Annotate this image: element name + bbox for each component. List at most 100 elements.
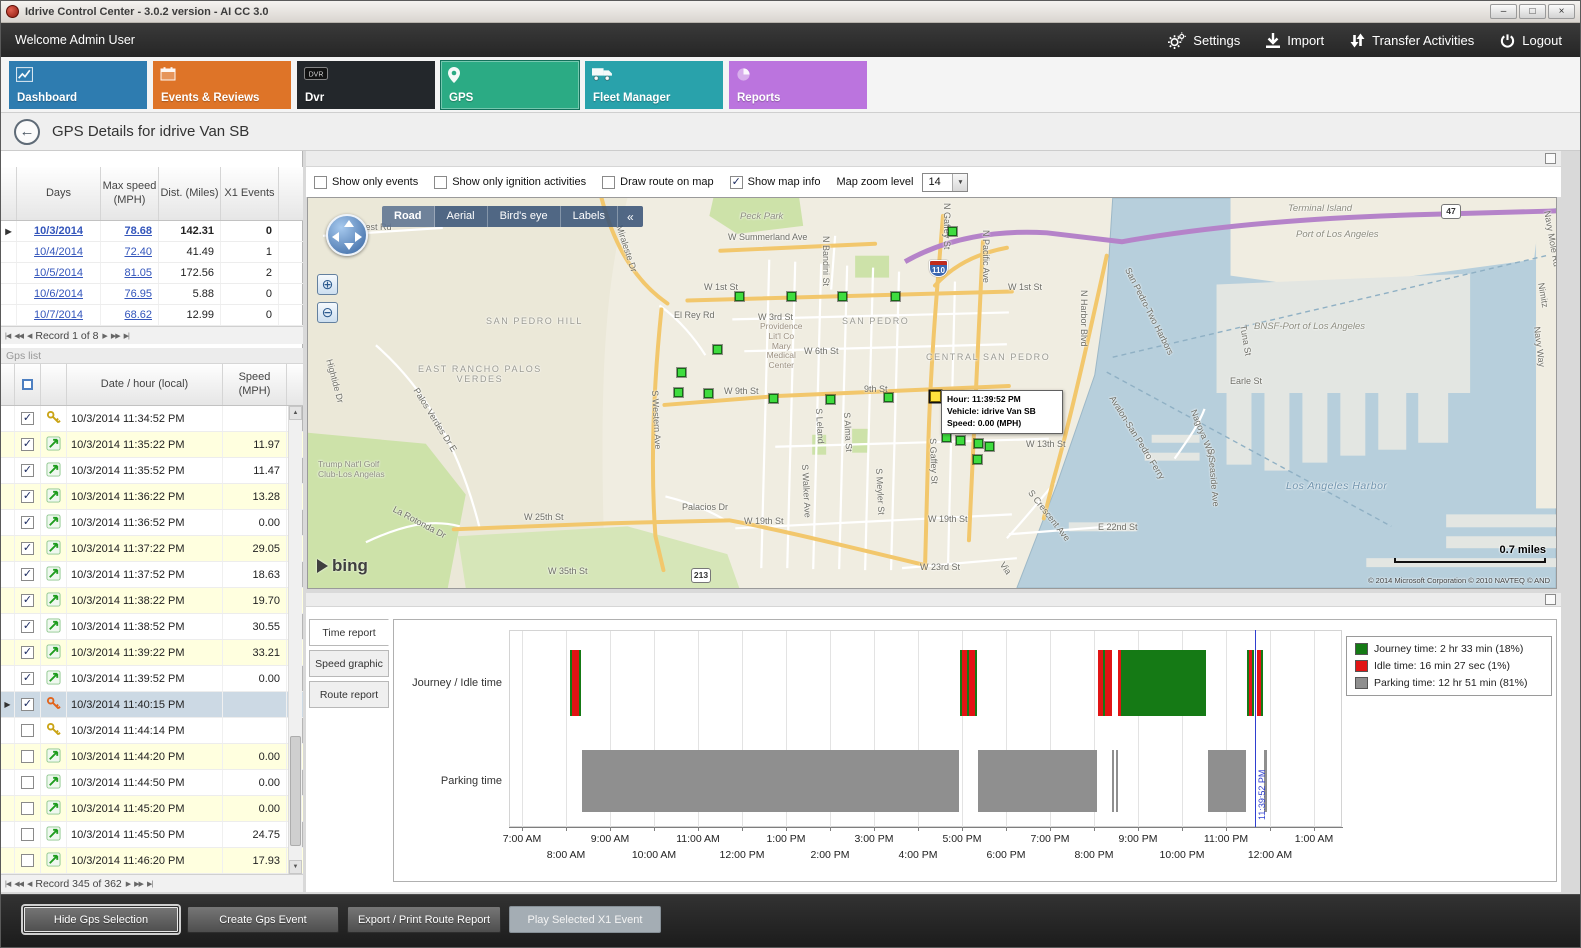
max-speed-link[interactable]: 68.62 (124, 309, 152, 321)
info-report-row[interactable]: 10/4/201472.4041.491 (1, 242, 303, 263)
pager-next-button[interactable]: ▶ (126, 880, 130, 888)
checkbox-box[interactable]: ✓ (730, 176, 743, 189)
gps-list-row[interactable]: ✓10/3/2014 11:36:22 PM13.28 (1, 484, 303, 510)
play-selected-x1-event-button[interactable]: Play Selected X1 Event (509, 906, 661, 933)
pager-last-button[interactable]: ▶| (124, 332, 129, 340)
gps-col-indicator[interactable] (1, 364, 15, 405)
info-col-x1-events[interactable]: X1 Events (221, 167, 279, 220)
gps-marker[interactable] (674, 388, 683, 397)
gps-marker[interactable] (942, 433, 951, 442)
maximize-button[interactable]: □ (1519, 4, 1546, 19)
pager-prev-button[interactable]: ◀ (27, 332, 31, 340)
info-report-row[interactable]: 10/7/201468.6212.990 (1, 305, 303, 326)
info-report-row[interactable]: 10/5/201481.05172.562 (1, 263, 303, 284)
day-link[interactable]: 10/6/2014 (34, 288, 83, 300)
info-report-row[interactable]: 10/6/201476.955.880 (1, 284, 303, 305)
gps-list-row[interactable]: ✓10/3/2014 11:39:22 PM33.21 (1, 640, 303, 666)
row-checkbox[interactable] (21, 828, 34, 841)
max-speed-link[interactable]: 81.05 (124, 267, 152, 279)
row-checkbox[interactable]: ✓ (21, 672, 34, 685)
day-link[interactable]: 10/7/2014 (34, 309, 83, 321)
zoom-out-button[interactable]: ⊖ (317, 302, 338, 323)
gps-col-date-hour-local[interactable]: Date / hour (local) (67, 364, 223, 405)
chart-panel-collapse-button[interactable] (1545, 594, 1556, 605)
row-checkbox[interactable] (21, 750, 34, 763)
compass-control[interactable] (326, 214, 368, 256)
chevron-down-icon[interactable]: ▼ (952, 174, 967, 191)
row-checkbox[interactable] (21, 724, 34, 737)
gps-list-row[interactable]: ✓10/3/2014 11:37:22 PM29.05 (1, 536, 303, 562)
gps-list-row[interactable]: 10/3/2014 11:44:50 PM0.00 (1, 770, 303, 796)
checkbox-box[interactable] (314, 176, 327, 189)
map-style-aerial[interactable]: Aerial (435, 206, 488, 227)
gps-list-row[interactable]: ✓10/3/2014 11:39:52 PM0.00 (1, 666, 303, 692)
checkbox-draw-route-on-map[interactable]: Draw route on map (602, 176, 714, 189)
row-checkbox[interactable]: ✓ (21, 594, 34, 607)
gps-marker[interactable] (956, 436, 965, 445)
map-style-road[interactable]: Road (382, 206, 435, 227)
chart-tab-route-report[interactable]: Route report (309, 681, 389, 708)
map-nav-collapse-button[interactable]: « (618, 210, 643, 224)
back-button[interactable]: ← (14, 119, 40, 145)
checkbox-show-only-events[interactable]: Show only events (314, 176, 418, 189)
pager-prev-button[interactable]: ◀ (27, 880, 31, 888)
create-gps-event-button[interactable]: Create Gps Event (187, 906, 339, 933)
gps-marker[interactable] (985, 442, 994, 451)
gps-list-row[interactable]: ✓10/3/2014 11:34:52 PM (1, 406, 303, 432)
pager-nextpage-button[interactable]: ▶▶ (111, 332, 120, 340)
map-panel-collapse-button[interactable] (1545, 153, 1556, 164)
checkbox-show-only-ignition-activities[interactable]: Show only ignition activities (434, 176, 586, 189)
gps-list-scrollbar[interactable]: ▲ ▼ (288, 406, 302, 874)
map-style-labels[interactable]: Labels (561, 206, 618, 227)
gps-list-row[interactable]: ✓10/3/2014 11:35:52 PM11.47 (1, 458, 303, 484)
row-checkbox[interactable]: ✓ (21, 620, 34, 633)
info-col-indicator[interactable] (1, 167, 17, 220)
pager-next-button[interactable]: ▶ (102, 332, 106, 340)
zoom-in-button[interactable]: ⊕ (317, 274, 338, 295)
row-checkbox[interactable]: ✓ (21, 646, 34, 659)
day-link[interactable]: 10/5/2014 (34, 267, 83, 279)
tab-events[interactable]: Events & Reviews (153, 61, 291, 109)
gps-list-row[interactable]: ✓10/3/2014 11:35:22 PM11.97 (1, 432, 303, 458)
gps-list-row[interactable]: ✓10/3/2014 11:37:52 PM18.63 (1, 562, 303, 588)
gps-marker[interactable] (974, 439, 983, 448)
gps-list-row[interactable]: 10/3/2014 11:44:14 PM (1, 718, 303, 744)
max-speed-link[interactable]: 72.40 (124, 246, 152, 258)
checkbox-show-map-info[interactable]: ✓Show map info (730, 176, 821, 189)
tab-gps[interactable]: GPS (441, 61, 579, 109)
gps-marker[interactable] (677, 368, 686, 377)
gps-marker[interactable] (973, 455, 982, 464)
selected-gps-marker[interactable] (930, 391, 941, 402)
map-style-bird-s-eye[interactable]: Bird's eye (488, 206, 561, 227)
gps-col-speed-mph[interactable]: Speed (MPH) (223, 364, 287, 405)
export-print-route-report-button[interactable]: Export / Print Route Report (347, 906, 501, 933)
max-speed-link[interactable]: 76.95 (124, 288, 152, 300)
gps-list-row[interactable]: 10/3/2014 11:46:20 PM17.93 (1, 848, 303, 874)
gps-list-row[interactable]: 10/3/2014 11:45:20 PM0.00 (1, 796, 303, 822)
logout-button[interactable]: Logout (1500, 33, 1562, 48)
tab-dashboard[interactable]: Dashboard (9, 61, 147, 109)
gps-col-select-all[interactable] (15, 364, 41, 405)
tab-fleet[interactable]: Fleet Manager (585, 61, 723, 109)
gps-marker[interactable] (891, 292, 900, 301)
day-link[interactable]: 10/3/2014 (34, 225, 83, 237)
row-checkbox[interactable]: ✓ (21, 516, 34, 529)
close-button[interactable]: × (1548, 4, 1575, 19)
gps-list-row[interactable]: ✓10/3/2014 11:38:52 PM30.55 (1, 614, 303, 640)
row-checkbox[interactable] (21, 776, 34, 789)
row-checkbox[interactable]: ✓ (21, 464, 34, 477)
row-checkbox[interactable] (21, 802, 34, 815)
chart-tab-speed-graphic[interactable]: Speed graphic (309, 650, 389, 677)
gps-marker[interactable] (884, 393, 893, 402)
gps-marker[interactable] (769, 394, 778, 403)
row-checkbox[interactable] (21, 854, 34, 867)
gps-marker[interactable] (948, 227, 957, 236)
checkbox-box[interactable] (602, 176, 615, 189)
gps-list-row[interactable]: 10/3/2014 11:44:20 PM0.00 (1, 744, 303, 770)
pager-first-button[interactable]: |◀ (5, 880, 10, 888)
tab-dvr[interactable]: DVRDvr (297, 61, 435, 109)
pager-prevpage-button[interactable]: ◀◀ (14, 880, 23, 888)
scrollbar-thumb[interactable] (290, 736, 301, 846)
chart-tab-time-report[interactable]: Time report (309, 619, 389, 646)
gps-list-row[interactable]: ▶✓10/3/2014 11:40:15 PM (1, 692, 303, 718)
